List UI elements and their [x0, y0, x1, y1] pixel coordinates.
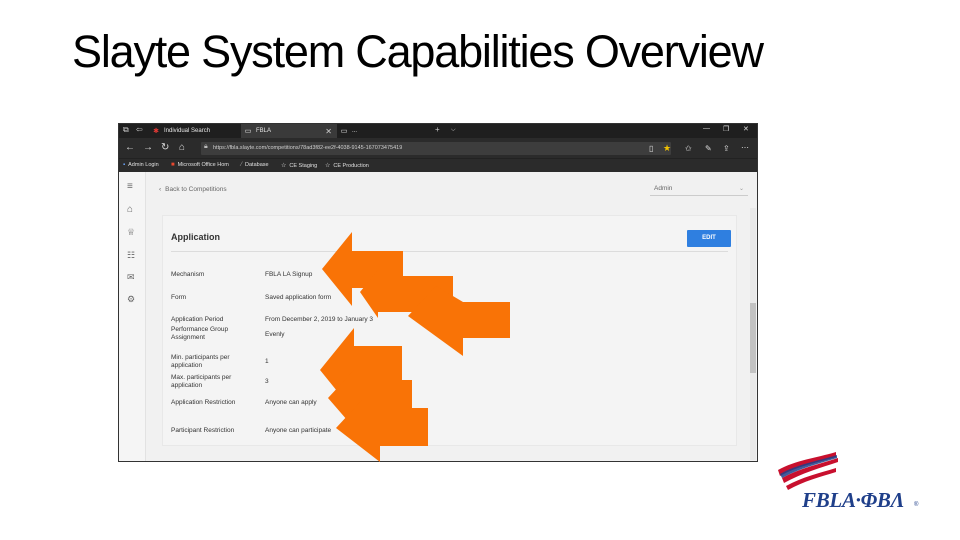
app-content: ≡ ⌂ ♕ ☷ ✉ ⚙ ‹ Back to Competitions Admin …: [119, 172, 757, 461]
field-label-form: Form: [171, 294, 187, 301]
field-label-application-period: Application Period: [171, 316, 224, 323]
url-field[interactable]: 🔒︎ https://fbla.slayte.com/competitions/…: [201, 142, 671, 155]
edit-button[interactable]: EDIT: [687, 230, 731, 247]
flag-icon: [778, 452, 838, 490]
scroll-thumb[interactable]: [750, 303, 756, 373]
tab-fbla[interactable]: ▭ FBLA ✕: [241, 124, 337, 138]
logo-wordmark: FBLA·ΦΒΛ: [802, 488, 905, 512]
new-tab-icon[interactable]: +: [435, 125, 440, 134]
trophy-icon[interactable]: ♕: [127, 227, 135, 237]
more-icon[interactable]: ⋯: [741, 142, 749, 154]
fbla-pbl-logo: FBLA·ΦΒΛ ®: [776, 446, 926, 516]
field-label-min-participants: Min. participants per application: [171, 354, 230, 369]
tab-label: Individual Search: [164, 128, 211, 134]
inbox-icon[interactable]: ✉: [127, 272, 135, 282]
field-label-mechanism: Mechanism: [171, 271, 205, 278]
page-icon: ▭: [340, 127, 348, 135]
registered-mark: ®: [914, 502, 919, 508]
menu-icon[interactable]: ≡: [127, 182, 133, 192]
tab-individual-search[interactable]: ✱ Individual Search: [149, 124, 241, 138]
chevron-down-icon[interactable]: ⌵: [451, 127, 456, 134]
page-icon: ▭: [244, 127, 252, 135]
field-value-participant-restriction: Anyone can participate: [265, 427, 332, 434]
tab-actions-icon[interactable]: ⧉: [123, 125, 129, 135]
tab-label: FBLA: [256, 128, 272, 134]
role-select[interactable]: Admin ⌄: [650, 183, 748, 196]
chevron-left-icon: ‹: [159, 186, 162, 193]
field-value-form: Saved application form: [265, 294, 332, 301]
refresh-icon[interactable]: ↻: [161, 142, 169, 154]
forward-icon[interactable]: →: [143, 142, 153, 154]
back-tabs-icon[interactable]: ⇦: [136, 125, 143, 134]
users-icon[interactable]: ☷: [127, 250, 135, 260]
tab-bar: ⧉ ⇦ ✱ Individual Search ▭ FBLA ✕ ▭ ... +…: [119, 124, 757, 138]
home-icon[interactable]: ⌂: [127, 205, 133, 215]
reader-icon[interactable]: ▯: [649, 143, 653, 155]
field-value-application-restriction: Anyone can apply: [265, 399, 317, 406]
lock-icon: 🔒︎: [204, 143, 208, 150]
address-bar: ← → ↻ ⌂ 🔒︎ https://fbla.slayte.com/compe…: [119, 138, 757, 158]
scrollbar[interactable]: [750, 208, 756, 460]
share-icon[interactable]: ⇪: [723, 143, 730, 155]
back-to-competitions-link[interactable]: ‹ Back to Competitions: [159, 186, 227, 193]
browser-screenshot: ⧉ ⇦ ✱ Individual Search ▭ FBLA ✕ ▭ ... +…: [118, 123, 758, 462]
left-nav: ≡ ⌂ ♕ ☷ ✉ ⚙: [119, 172, 146, 461]
star-outline-icon: ☆: [325, 163, 331, 169]
url-text: https://fbla.slayte.com/competitions/78a…: [213, 145, 403, 151]
application-card: Application EDIT Mechanism FBLA LA Signu…: [162, 215, 737, 446]
field-label-performance-group: Performance Group Assignment: [171, 326, 229, 341]
tab-other[interactable]: ▭ ...: [337, 124, 427, 138]
restore-icon[interactable]: ❐: [723, 125, 729, 133]
favorites-bar-icon[interactable]: ✩: [685, 143, 692, 155]
favorite-admin-login[interactable]: ▪ Admin Login: [123, 162, 159, 168]
favorite-star-icon[interactable]: ★: [663, 142, 671, 154]
database-icon: ⁄: [241, 162, 243, 168]
field-value-performance-group: Evenly: [265, 331, 285, 338]
favorite-database[interactable]: ⁄ Database: [241, 162, 269, 168]
field-label-participant-restriction: Participant Restriction: [171, 427, 235, 434]
application-card-body: Application EDIT Mechanism FBLA LA Signu…: [162, 215, 737, 446]
chevron-down-icon: ⌄: [738, 186, 744, 192]
home-icon[interactable]: ⌂: [179, 142, 185, 154]
card-title: Application: [171, 232, 220, 242]
gear-icon[interactable]: ⚙: [127, 294, 135, 304]
field-label-application-restriction: Application Restriction: [171, 399, 236, 406]
slide-title: Slayte System Capabilities Overview: [72, 26, 764, 77]
favorites-bar: ▪ Admin Login ■ Microsoft Office Hom ⁄ Data…: [119, 158, 757, 172]
field-label-max-participants: Max. participants per application: [171, 374, 232, 389]
window-close-icon[interactable]: ✕: [743, 125, 749, 133]
field-value-application-period: From December 2, 2019 to January 3: [265, 316, 374, 323]
close-icon[interactable]: ✕: [325, 127, 332, 136]
favorite-ce-staging[interactable]: ☆ CE Staging: [281, 162, 317, 169]
field-value-mechanism: FBLA LA Signup: [265, 271, 313, 278]
divider: [171, 251, 728, 252]
favorite-ce-production[interactable]: ☆ CE Production: [325, 162, 369, 169]
back-icon[interactable]: ←: [125, 142, 135, 154]
tab-label: ...: [352, 128, 358, 134]
star-icon: ✱: [153, 127, 159, 135]
field-value-max-participants: 3: [265, 378, 269, 385]
field-value-min-participants: 1: [265, 358, 269, 365]
star-outline-icon: ☆: [281, 163, 287, 169]
pen-icon[interactable]: ✎: [705, 143, 712, 155]
office-icon: ■: [171, 162, 175, 168]
minimize-icon[interactable]: —: [703, 125, 710, 132]
favorite-office[interactable]: ■ Microsoft Office Hom: [171, 162, 229, 168]
bookmark-icon: ▪: [123, 162, 126, 168]
